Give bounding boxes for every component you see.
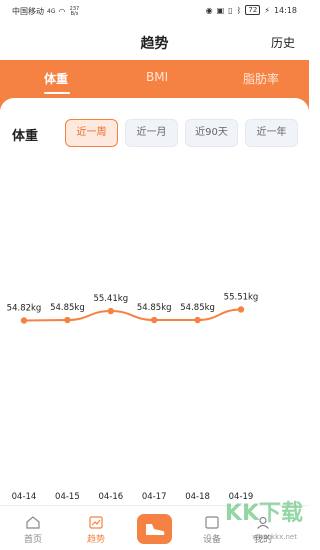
range-week-button[interactable]: 近一周 [65,119,118,147]
trend-card: 体重 近一周 近一月 近90天 近一年 [0,98,309,505]
status-left: 中国移动 4G ◠ 237 B/s [12,6,80,17]
history-button[interactable]: 历史 [271,34,295,51]
signal-icon: 4G [47,8,56,15]
active-tab-indicator [44,92,70,94]
page-title: 趋势 [140,36,169,52]
watermark-logo: KK下载 [224,501,303,526]
tab-body-fat[interactable]: 脂肪率 [243,70,279,87]
wifi-icon: ◠ [58,7,66,16]
section-title: 体重 [12,129,39,144]
app-header: 趋势 历史 [0,22,309,60]
range-90days-button[interactable]: 近90天 [185,119,238,147]
status-right: ◉ ▣ ▯ ᛒ 72 ⚡ 14:18 [206,5,297,15]
network-speed: 237 B/s [69,5,80,17]
nav-trend-label: 趋势 [86,535,105,545]
trend-icon [89,516,103,529]
bluetooth-icon: ᛒ [236,5,242,15]
range-month-button[interactable]: 近一月 [125,119,178,147]
eye-icon: ◉ [205,5,213,15]
nav-home-label: 首页 [23,535,42,545]
nav-home[interactable]: 首页 [8,506,58,550]
shoe-icon [146,524,165,535]
nav-device-label: 设备 [202,535,221,545]
tab-weight[interactable]: 体重 [44,70,68,87]
device-icon [205,516,219,529]
home-icon [26,516,40,529]
carrier-label: 中国移动 [12,7,44,16]
status-bar: 中国移动 4G ◠ 237 B/s ◉ ▣ ▯ ᛒ 72 ⚡ 14:18 [0,0,309,22]
watermark-url: www.kkx.net [252,533,297,541]
nav-trend[interactable]: 趋势 [71,506,121,550]
charging-icon: ⚡ [264,5,270,15]
vibrate-icon: ▯ [228,5,233,15]
measure-button[interactable] [137,514,172,544]
battery-icon: 72 [245,5,261,15]
clock-time: 14:18 [273,5,297,15]
tab-bmi[interactable]: BMI [146,70,168,84]
range-year-button[interactable]: 近一年 [245,119,298,147]
nfc-icon: ▣ [216,5,225,15]
